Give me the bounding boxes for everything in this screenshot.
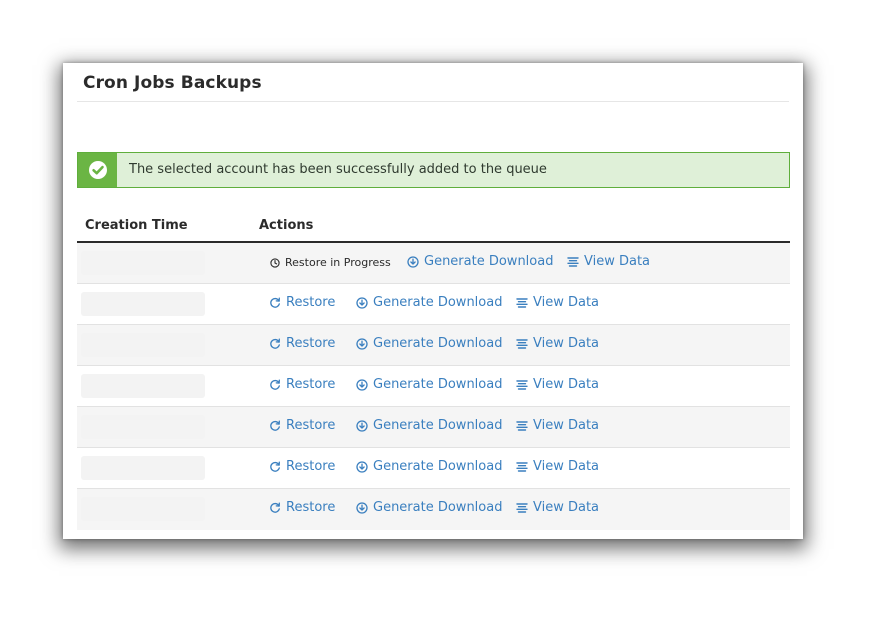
restore-link-label: Restore (286, 336, 336, 351)
view-data-link-label: View Data (533, 459, 600, 474)
generate-download-link[interactable]: Generate Download (407, 254, 553, 269)
view-data-link-label: View Data (533, 377, 600, 392)
check-circle-icon (89, 161, 107, 179)
column-header-actions: Actions (259, 218, 314, 233)
download-circle-icon (356, 460, 368, 473)
creation-time-cell (81, 374, 205, 398)
generate-download-link[interactable]: Generate Download (356, 336, 502, 351)
table-row: Restore Generate Download View Data (77, 284, 790, 325)
creation-time-cell (81, 292, 205, 316)
download-circle-icon (407, 255, 419, 268)
generate-download-link-label: Generate Download (373, 377, 503, 392)
table-row: Restore Generate Download View Data (77, 407, 790, 448)
restore-link[interactable]: Restore (269, 295, 335, 310)
restore-link-label: Restore (286, 500, 336, 515)
view-data-link[interactable]: View Data (516, 459, 599, 474)
view-data-link[interactable]: View Data (516, 377, 599, 392)
alert-icon-box (78, 153, 117, 187)
list-icon (516, 502, 528, 514)
creation-time-cell (81, 251, 205, 275)
list-icon (516, 461, 528, 473)
view-data-link-label: View Data (533, 336, 600, 351)
generate-download-link-label: Generate Download (424, 254, 554, 269)
table-row: Restore in Progress Generate Download View… (77, 243, 790, 284)
generate-download-link[interactable]: Generate Download (356, 295, 502, 310)
title-divider (77, 101, 789, 102)
download-circle-icon (356, 296, 368, 309)
refresh-icon (269, 338, 281, 350)
view-data-link[interactable]: View Data (516, 418, 599, 433)
restore-link[interactable]: Restore (269, 500, 335, 515)
generate-download-link[interactable]: Generate Download (356, 377, 502, 392)
table-row: Restore Generate Download View Data (77, 489, 790, 530)
backups-table-body: Restore in Progress Generate Download View… (77, 243, 790, 530)
refresh-icon (269, 420, 281, 432)
table-row: Restore Generate Download View Data (77, 325, 790, 366)
list-icon (516, 297, 528, 309)
screenshot-stage: Cron Jobs Backups The selected account h… (0, 0, 882, 619)
table-row: Restore Generate Download View Data (77, 366, 790, 407)
list-icon (567, 256, 579, 268)
view-data-link-label: View Data (533, 418, 600, 433)
restore-link[interactable]: Restore (269, 377, 335, 392)
restore-link[interactable]: Restore (269, 418, 335, 433)
alert-message: The selected account has been successful… (129, 162, 547, 177)
restore-link-label: Restore (286, 377, 336, 392)
list-icon (516, 379, 528, 391)
view-data-link-label: View Data (533, 295, 600, 310)
restore-status-label: Restore in Progress (285, 256, 391, 269)
download-circle-icon (356, 501, 368, 514)
generate-download-link[interactable]: Generate Download (356, 459, 502, 474)
generate-download-link-label: Generate Download (373, 500, 503, 515)
refresh-icon (269, 502, 281, 514)
generate-download-link[interactable]: Generate Download (356, 500, 502, 515)
generate-download-link-label: Generate Download (373, 336, 503, 351)
restore-link-label: Restore (286, 418, 336, 433)
table-header: Creation Time Actions (77, 213, 790, 243)
success-alert: The selected account has been successful… (77, 152, 790, 188)
restore-link-label: Restore (286, 459, 336, 474)
view-data-link[interactable]: View Data (516, 336, 599, 351)
restore-in-progress-status: Restore in Progress (270, 256, 391, 269)
view-data-link[interactable]: View Data (516, 500, 599, 515)
page-title: Cron Jobs Backups (83, 73, 262, 93)
table-row: Restore Generate Download View Data (77, 448, 790, 489)
view-data-link[interactable]: View Data (516, 295, 599, 310)
restore-link[interactable]: Restore (269, 336, 335, 351)
list-icon (516, 338, 528, 350)
download-circle-icon (356, 419, 368, 432)
refresh-icon (269, 379, 281, 391)
view-data-link-label: View Data (584, 254, 651, 269)
view-data-link[interactable]: View Data (567, 254, 650, 269)
restore-link-label: Restore (286, 295, 336, 310)
refresh-icon (269, 461, 281, 473)
creation-time-cell (81, 333, 205, 357)
generate-download-link-label: Generate Download (373, 295, 503, 310)
list-icon (516, 420, 528, 432)
download-circle-icon (356, 378, 368, 391)
refresh-icon (269, 297, 281, 309)
generate-download-link-label: Generate Download (373, 459, 503, 474)
restore-link[interactable]: Restore (269, 459, 335, 474)
generate-download-link-label: Generate Download (373, 418, 503, 433)
creation-time-cell (81, 497, 205, 521)
column-header-creation-time: Creation Time (85, 218, 188, 233)
generate-download-link[interactable]: Generate Download (356, 418, 502, 433)
backups-panel: Cron Jobs Backups The selected account h… (63, 63, 803, 539)
creation-time-cell (81, 456, 205, 480)
download-circle-icon (356, 337, 368, 350)
creation-time-cell (81, 415, 205, 439)
clock-icon (270, 257, 280, 268)
view-data-link-label: View Data (533, 500, 600, 515)
